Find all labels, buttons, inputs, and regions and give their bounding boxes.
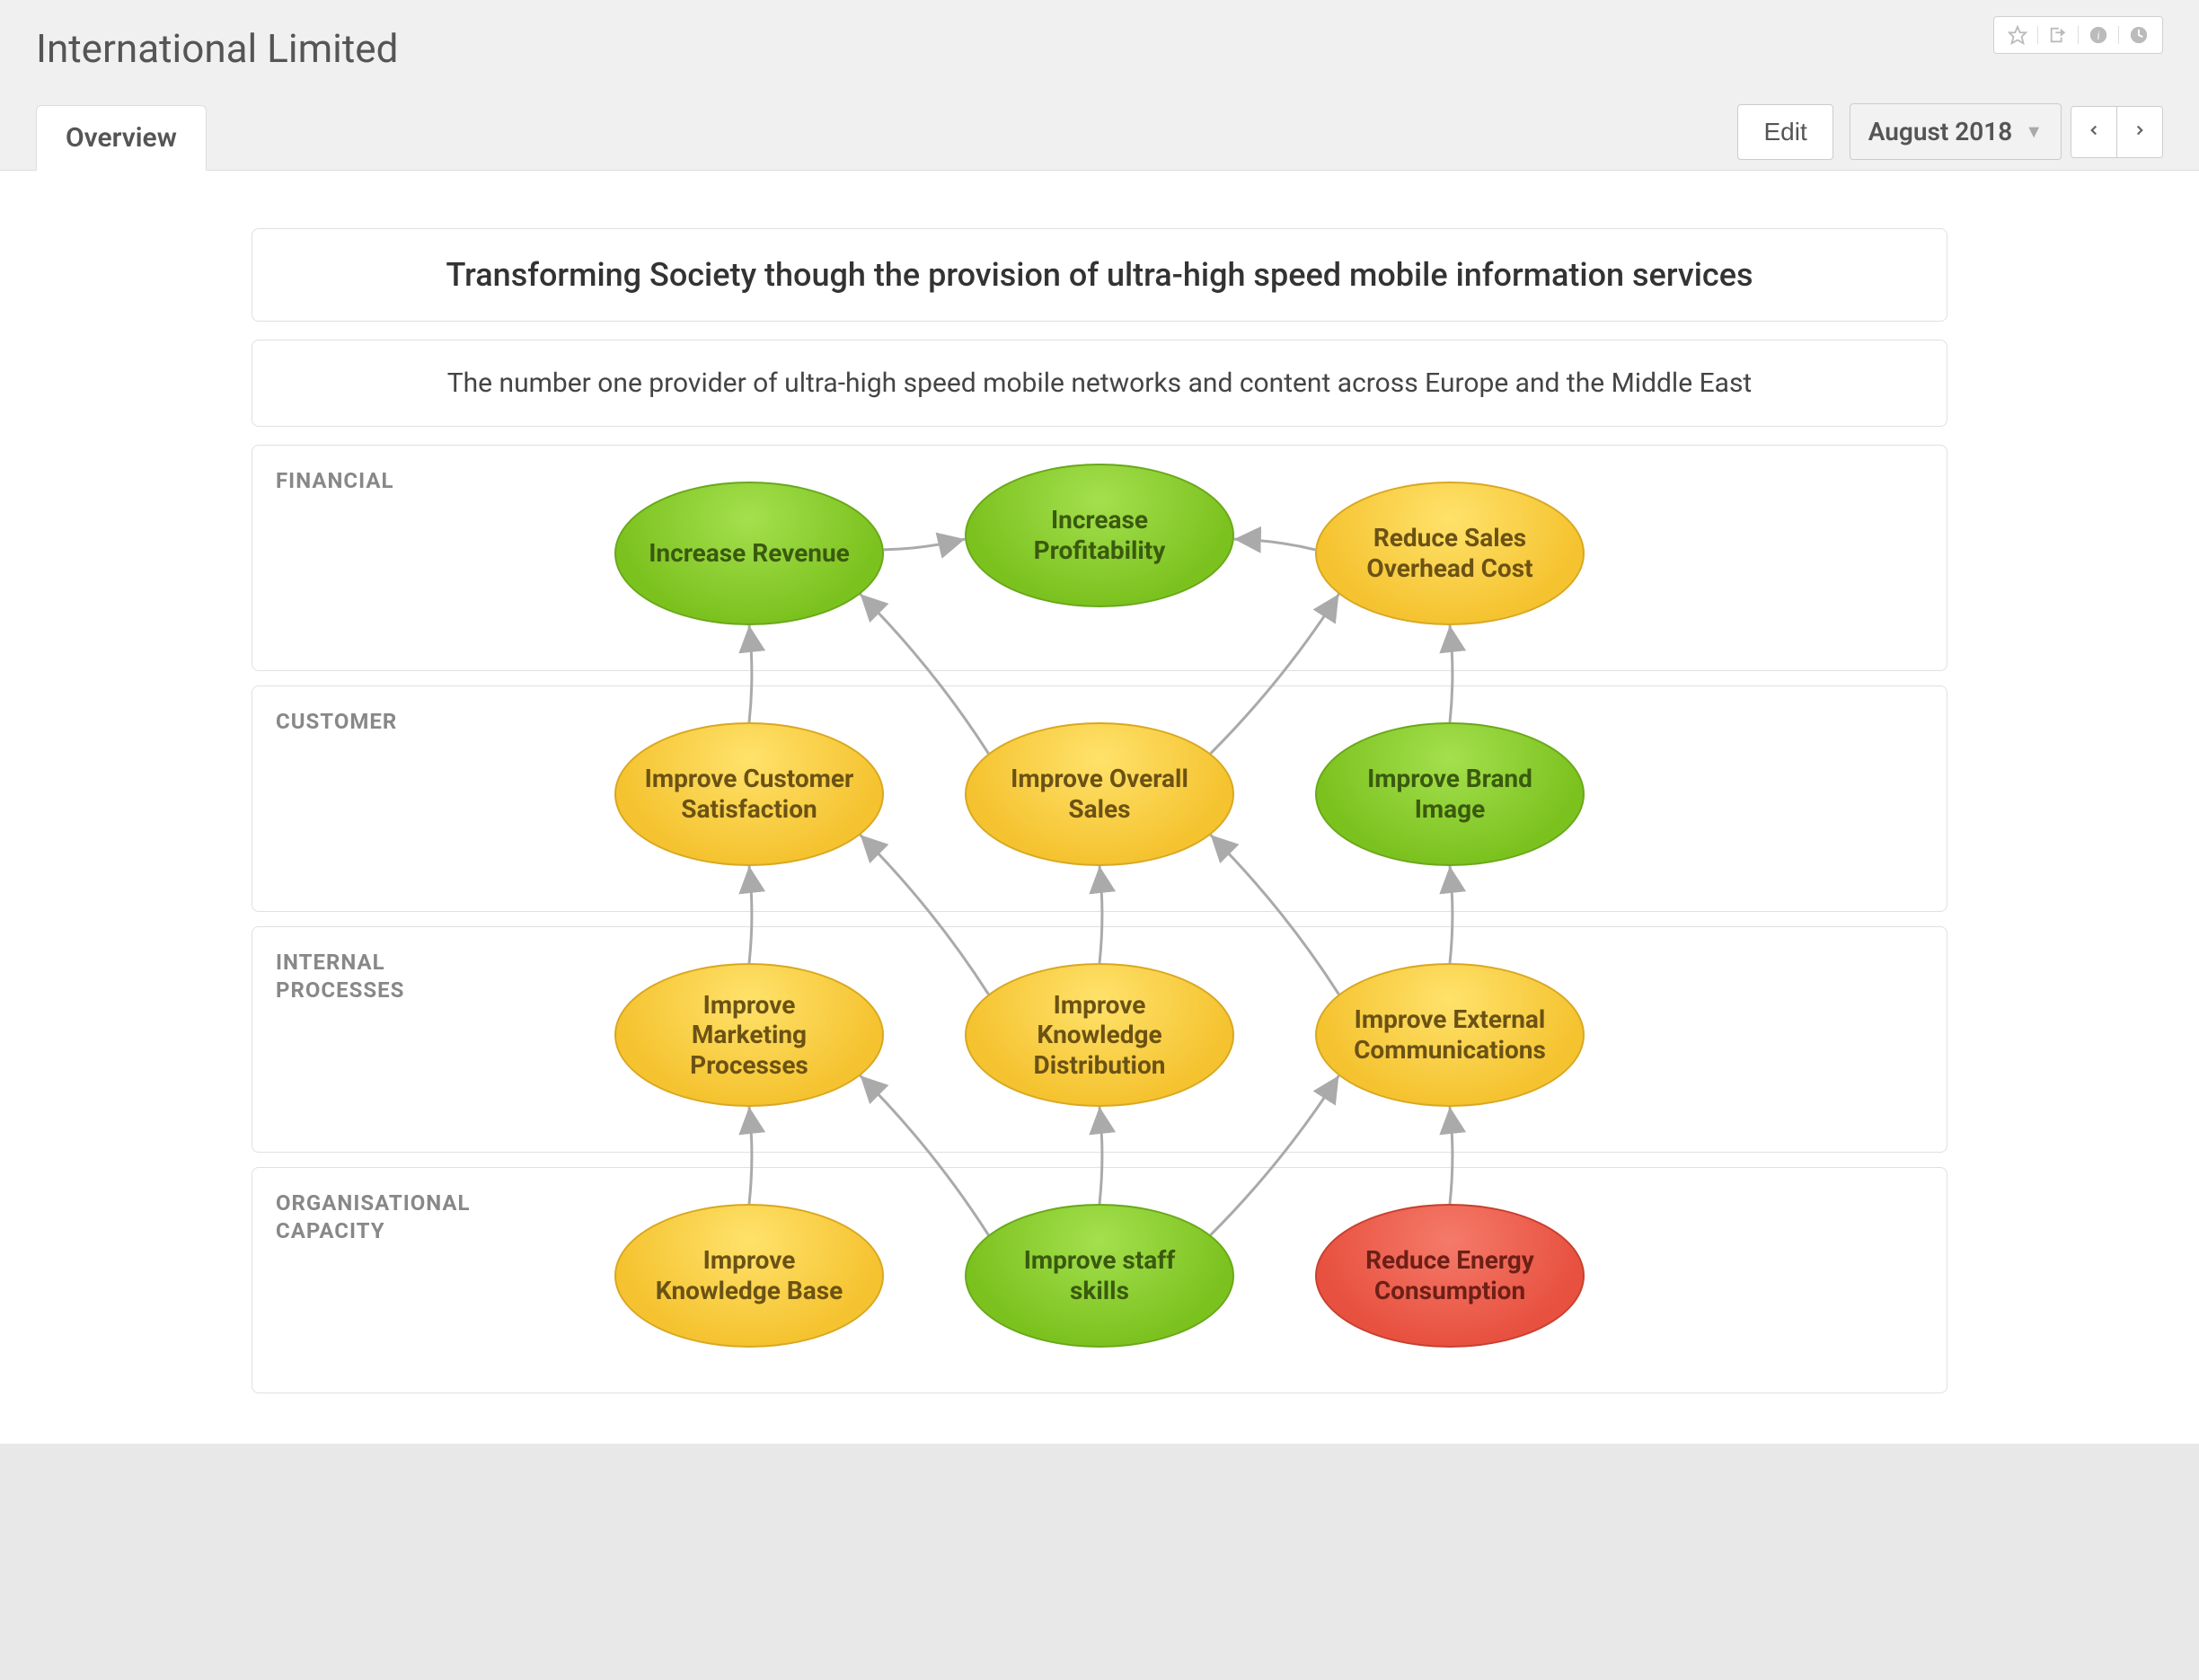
section-label-org: ORGANISATIONAL CAPACITY bbox=[276, 1189, 491, 1245]
edit-button[interactable]: Edit bbox=[1737, 104, 1832, 160]
tab-row: Overview Edit August 2018 ▼ bbox=[36, 103, 2163, 171]
separator bbox=[2078, 26, 2079, 44]
clock-icon[interactable] bbox=[2128, 24, 2150, 46]
node-increase-revenue[interactable]: Increase Revenue bbox=[614, 482, 884, 625]
vision-banner: Transforming Society though the provisio… bbox=[252, 228, 1947, 322]
node-increase-profitability[interactable]: Increase Profitability bbox=[965, 464, 1234, 607]
node-improve-overall-sales[interactable]: Improve Overall Sales bbox=[965, 722, 1234, 866]
period-nav bbox=[2071, 106, 2163, 158]
period-select[interactable]: August 2018 ▼ bbox=[1850, 103, 2062, 160]
vision-text: Transforming Society though the provisio… bbox=[288, 256, 1911, 294]
header-right-controls: Edit August 2018 ▼ bbox=[1737, 103, 2163, 171]
node-improve-external-communications[interactable]: Improve External Communications bbox=[1315, 963, 1585, 1107]
separator bbox=[2037, 26, 2038, 44]
node-improve-customer-satisfaction[interactable]: Improve Customer Satisfaction bbox=[614, 722, 884, 866]
header-icon-group: i bbox=[1993, 16, 2163, 54]
period-prev-button[interactable] bbox=[2071, 107, 2117, 157]
page-header: International Limited i Overview Edit bbox=[0, 0, 2199, 171]
export-icon[interactable] bbox=[2047, 24, 2069, 46]
section-label-internal: INTERNAL PROCESSES bbox=[276, 949, 491, 1004]
chevron-down-icon: ▼ bbox=[2025, 120, 2043, 143]
star-icon[interactable] bbox=[2007, 24, 2028, 46]
period-next-button[interactable] bbox=[2117, 107, 2162, 157]
separator bbox=[2118, 26, 2119, 44]
period-group: August 2018 ▼ bbox=[1850, 103, 2163, 160]
node-improve-staff-skills[interactable]: Improve staff skills bbox=[965, 1204, 1234, 1348]
content-area: Transforming Society though the provisio… bbox=[0, 171, 2199, 1444]
svg-text:i: i bbox=[2097, 30, 2100, 42]
section-label-customer: CUSTOMER bbox=[276, 708, 397, 736]
node-improve-knowledge-base[interactable]: Improve Knowledge Base bbox=[614, 1204, 884, 1348]
section-internal: INTERNAL PROCESSES Improve Marketing Pro… bbox=[252, 926, 1947, 1153]
node-reduce-sales-overhead-cost[interactable]: Reduce Sales Overhead Cost bbox=[1315, 482, 1585, 625]
info-icon[interactable]: i bbox=[2088, 24, 2109, 46]
page-title: International Limited bbox=[36, 18, 2163, 90]
node-improve-brand-image[interactable]: Improve Brand Image bbox=[1315, 722, 1585, 866]
node-improve-marketing-processes[interactable]: Improve Marketing Processes bbox=[614, 963, 884, 1107]
section-customer: CUSTOMER Improve Customer Satisfaction I… bbox=[252, 685, 1947, 912]
node-reduce-energy-consumption[interactable]: Reduce Energy Consumption bbox=[1315, 1204, 1585, 1348]
mission-banner: The number one provider of ultra-high sp… bbox=[252, 340, 1947, 427]
period-label: August 2018 bbox=[1868, 117, 2012, 146]
tab-overview[interactable]: Overview bbox=[36, 105, 207, 171]
section-org: ORGANISATIONAL CAPACITY Improve Knowledg… bbox=[252, 1167, 1947, 1393]
section-financial: FINANCIAL Increase Revenue Increase Prof… bbox=[252, 445, 1947, 671]
node-improve-knowledge-distribution[interactable]: Improve Knowledge Distribution bbox=[965, 963, 1234, 1107]
mission-text: The number one provider of ultra-high sp… bbox=[288, 367, 1911, 399]
section-label-financial: FINANCIAL bbox=[276, 467, 393, 495]
